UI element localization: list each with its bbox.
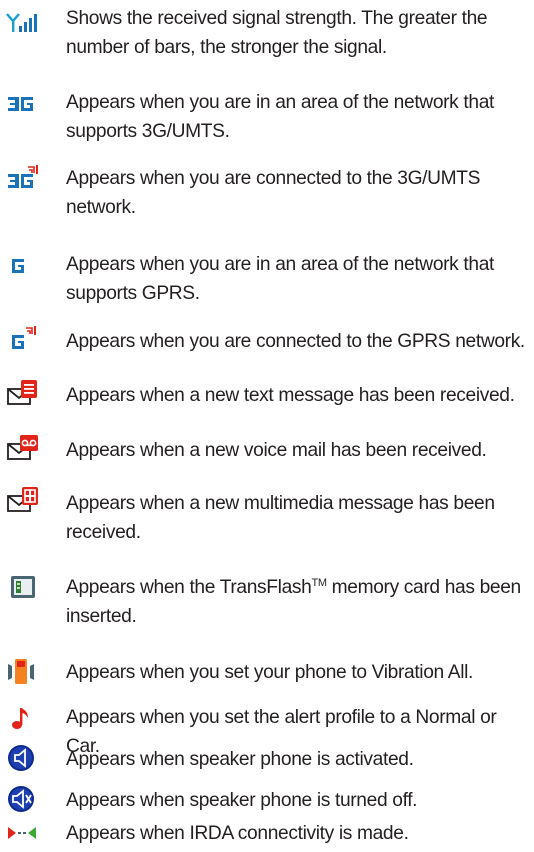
gprs-network-available-icon xyxy=(6,254,40,282)
gprs-connected-icon xyxy=(6,325,40,353)
legend-text: Appears when a new text message has been… xyxy=(66,385,515,406)
legend-text-part: Appears when the TransFlash xyxy=(66,577,312,598)
3g-network-available-icon xyxy=(6,92,40,120)
legend-text: Appears when you are connected to the GP… xyxy=(66,331,525,352)
legend-text: Appears when IRDA connectivity is made. xyxy=(66,823,409,844)
3g-connected-icon xyxy=(6,164,40,192)
legend-text: Shows the received signal strength. The … xyxy=(66,8,488,58)
legend-text: Appears when a new multimedia message ha… xyxy=(66,493,495,543)
speaker-on-icon xyxy=(6,743,40,771)
legend-text: Appears when you are in an area of the n… xyxy=(66,254,495,304)
legend-text: Appears when the TransFlashTM memory car… xyxy=(66,573,526,631)
legend-text: Appears when a new voice mail has been r… xyxy=(66,440,487,461)
legend-text: Appears when speaker phone is activated. xyxy=(66,749,414,770)
trademark-superscript: TM xyxy=(311,577,327,589)
legend-text: Appears when you are in an area of the n… xyxy=(66,92,495,142)
vibration-all-icon xyxy=(6,656,40,684)
new-voice-mail-icon xyxy=(6,434,40,462)
new-text-message-icon xyxy=(6,379,40,407)
legend-text: Appears when speaker phone is turned off… xyxy=(66,790,418,811)
irda-icon xyxy=(6,821,40,849)
legend-text: Appears when you are connected to the 3G… xyxy=(66,168,481,218)
memory-card-icon xyxy=(6,573,40,601)
speaker-off-icon xyxy=(6,784,40,812)
signal-strength-icon xyxy=(6,10,40,38)
alert-profile-note-icon xyxy=(6,703,40,731)
new-multimedia-message-icon xyxy=(6,486,40,514)
legend-text: Appears when you set your phone to Vibra… xyxy=(66,662,474,683)
